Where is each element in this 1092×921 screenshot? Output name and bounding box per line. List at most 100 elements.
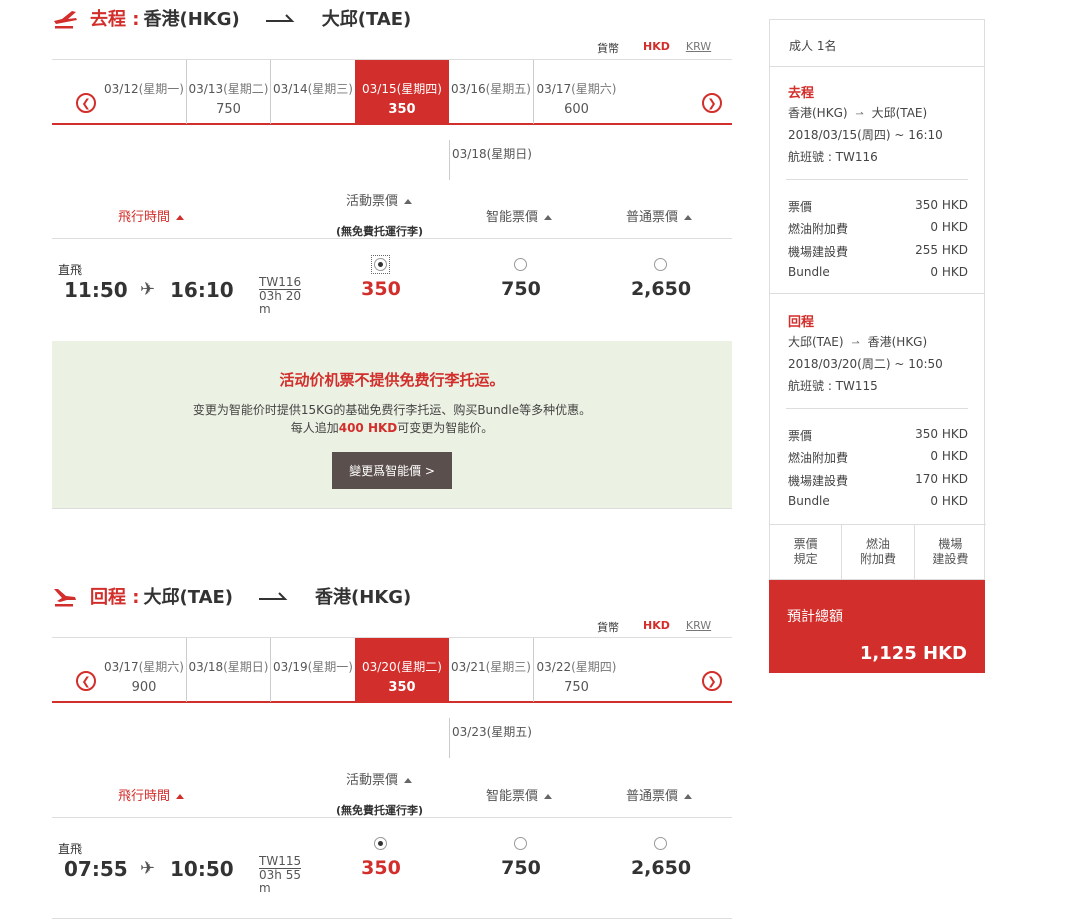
tab-fare-rules[interactable]: 票價 規定	[770, 525, 843, 580]
sort-normal-fare[interactable]: 普通票價	[626, 206, 693, 225]
inbound-label: 回程 :	[90, 587, 140, 608]
chevron-left-icon[interactable]: ❮	[76, 671, 96, 691]
divider	[770, 66, 984, 67]
sort-up-icon	[176, 215, 185, 220]
divider	[786, 408, 968, 409]
total-box: 預計總額 1,125 HKD	[769, 580, 985, 673]
depart-time: 11:50	[64, 278, 128, 302]
notice-line1: 变更为智能价时提供15KG的基础免费行李托运、购买Bundle等多种优惠。	[192, 403, 592, 417]
chevron-left-icon[interactable]: ❮	[76, 93, 96, 113]
outbound-date-bar: ❮ 03/12(星期一) 03/13(星期二) 750 03/14(星期三) 0…	[52, 59, 732, 125]
flight-type: 直飛	[58, 263, 83, 277]
date-tab-active[interactable]: 03/15(星期四) 350	[355, 60, 449, 124]
currency-krw[interactable]: KRW	[686, 619, 711, 635]
normal-price: 2,650	[630, 278, 692, 300]
fee-value: 0 HKD	[930, 265, 968, 279]
passenger-count: 成人 1名	[789, 39, 837, 53]
sort-smart-fare[interactable]: 智能票價	[486, 785, 553, 804]
flight-number[interactable]: TW116	[259, 276, 302, 290]
sort-promo-fare[interactable]: 活動票價	[346, 190, 413, 209]
fee-label: Bundle	[788, 494, 830, 508]
date-tab[interactable]: 03/18(星期日)	[449, 140, 532, 180]
divider	[52, 817, 732, 818]
date-tab[interactable]: 03/12(星期一)	[102, 60, 186, 124]
radio-icon[interactable]	[374, 837, 387, 850]
chevron-right-icon[interactable]: ❯	[702, 671, 722, 691]
currency-switch: 貨幣 HKD KRW	[597, 619, 711, 635]
date-tab[interactable]: 03/22(星期四) 750	[533, 638, 619, 702]
landing-icon	[54, 589, 76, 607]
outbound-to: 大邱(TAE)	[321, 9, 412, 30]
date-tab[interactable]: 03/19(星期一)	[270, 638, 355, 702]
sort-up-icon	[176, 794, 185, 799]
sort-smart-fare[interactable]: 智能票價	[486, 206, 553, 225]
summary-outbound-title: 去程	[788, 86, 815, 101]
flight-number[interactable]: TW115	[259, 855, 302, 869]
fee-value: 0 HKD	[930, 449, 968, 463]
sort-up-icon	[404, 778, 413, 783]
radio-icon[interactable]	[654, 258, 667, 271]
inbound-to: 香港(HKG)	[315, 587, 412, 608]
outbound-title: 去程 : 香港(HKG) 大邱(TAE)	[52, 4, 411, 32]
fee-label: 機場建設費	[788, 245, 849, 259]
currency-hkd[interactable]: HKD	[643, 619, 670, 635]
fee-value: 0 HKD	[930, 494, 968, 508]
smart-price: 750	[501, 857, 541, 879]
normal-price: 2,650	[630, 857, 692, 879]
date-tab[interactable]: 03/14(星期三)	[270, 60, 355, 124]
promo-notice: 活动价机票不提供免费行李托运。 变更为智能价时提供15KG的基础免费行李托运、购…	[52, 341, 732, 509]
currency-krw[interactable]: KRW	[686, 40, 711, 56]
divider	[52, 918, 732, 919]
summary-inbound-datetime: 2018/03/20(周二) ~ 10:50	[788, 357, 943, 371]
radio-icon[interactable]	[654, 837, 667, 850]
promo-note: (無免費托運行李)	[336, 225, 424, 238]
sort-promo-fare[interactable]: 活動票價	[346, 769, 413, 788]
route-arrow-icon: ⇀	[855, 109, 864, 120]
date-tab[interactable]: 03/16(星期五)	[449, 60, 533, 124]
sort-up-icon	[404, 199, 413, 204]
inbound-from: 大邱(TAE)	[143, 587, 234, 608]
fee-label: 票價	[788, 200, 813, 214]
date-tab[interactable]: 03/18(星期日)	[186, 638, 270, 702]
arrive-time: 16:10	[170, 278, 234, 302]
fee-info-tabs: 票價 規定 燃油 附加費 機場 建設費	[770, 524, 986, 580]
flight-duration: 03h 20 m	[259, 289, 301, 316]
plane-icon: ✈	[140, 858, 156, 879]
sort-up-icon	[544, 794, 553, 799]
date-tab[interactable]: 03/17(星期六) 600	[533, 60, 619, 124]
date-tab[interactable]: 03/13(星期二) 750	[186, 60, 270, 124]
radio-icon[interactable]	[374, 258, 387, 271]
currency-hkd[interactable]: HKD	[643, 40, 670, 56]
sort-up-icon	[684, 794, 693, 799]
fee-label: Bundle	[788, 265, 830, 279]
sort-flight-time[interactable]: 飛行時間	[118, 785, 185, 804]
flight-duration: 03h 55 m	[259, 868, 301, 895]
flight-info: TW116 03h 20 m	[259, 276, 309, 316]
total-value: 1,125 HKD	[859, 643, 967, 664]
upgrade-smart-button[interactable]: 變更爲智能價 >	[332, 452, 452, 489]
booking-summary: 成人 1名 去程 香港(HKG) ⇀ 大邱(TAE) 2018/03/15(周四…	[769, 19, 986, 580]
radio-icon[interactable]	[514, 258, 527, 271]
outbound-label: 去程 :	[90, 9, 140, 30]
tab-fuel-surcharge[interactable]: 燃油 附加費	[842, 525, 915, 580]
summary-outbound-route: 香港(HKG) ⇀ 大邱(TAE)	[788, 106, 928, 120]
tab-airport-fee[interactable]: 機場 建設費	[915, 525, 986, 580]
fee-value: 350 HKD	[915, 198, 968, 212]
currency-switch: 貨幣 HKD KRW	[597, 40, 711, 56]
date-tab-active[interactable]: 03/20(星期二) 350	[355, 638, 449, 702]
fee-label: 燃油附加費	[788, 451, 849, 465]
takeoff-icon	[54, 11, 77, 29]
sort-flight-time[interactable]: 飛行時間	[118, 206, 185, 225]
radio-icon[interactable]	[514, 837, 527, 850]
date-tab[interactable]: 03/23(星期五)	[449, 718, 532, 758]
arrive-time: 10:50	[170, 857, 234, 881]
date-tab[interactable]: 03/17(星期六) 900	[102, 638, 186, 702]
depart-time: 07:55	[64, 857, 128, 881]
chevron-right-icon[interactable]: ❯	[702, 93, 722, 113]
smart-price: 750	[501, 278, 541, 300]
summary-inbound-flight: 航班號 : TW115	[788, 379, 878, 393]
sort-normal-fare[interactable]: 普通票價	[626, 785, 693, 804]
date-tab[interactable]: 03/21(星期三)	[449, 638, 533, 702]
currency-label: 貨幣	[597, 621, 619, 634]
notice-headline: 活动价机票不提供免费行李托运。	[279, 371, 505, 389]
